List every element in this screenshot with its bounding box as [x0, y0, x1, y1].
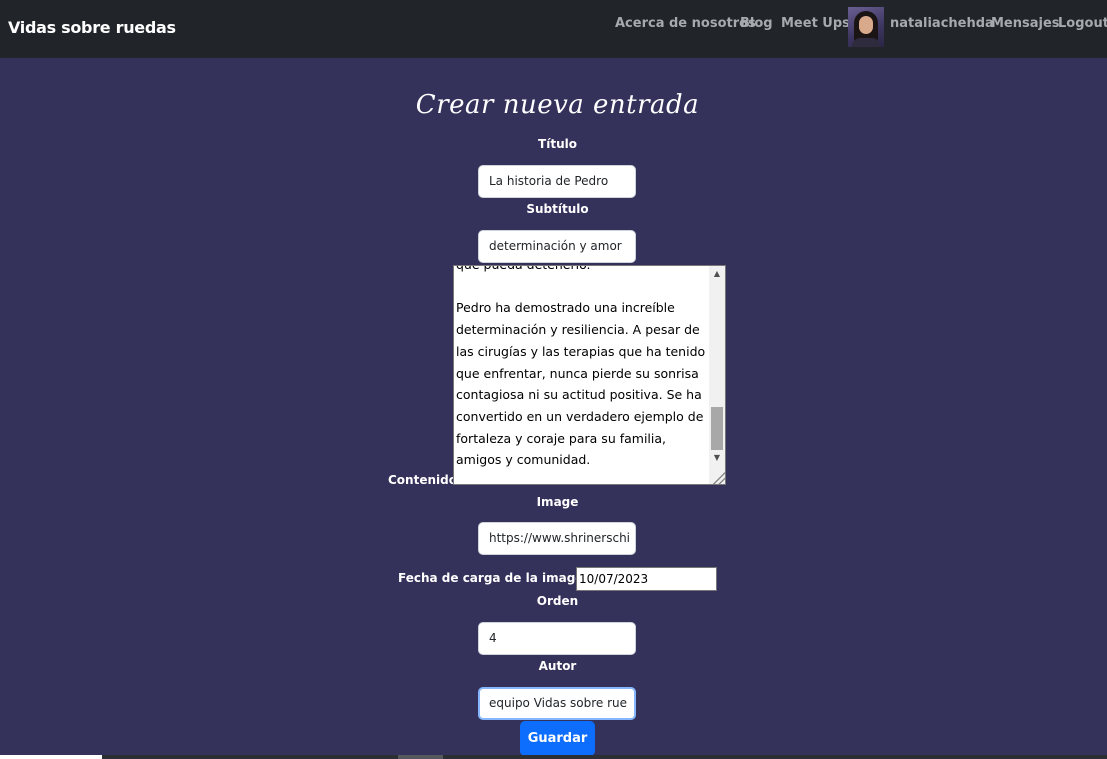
titulo-label: Título: [538, 137, 577, 151]
contenido-label: Contenido: [388, 473, 457, 487]
scroll-thumb[interactable]: [711, 407, 723, 450]
page-horizontal-scrollbar[interactable]: [0, 755, 1107, 759]
titulo-input[interactable]: La historia de Pedro: [478, 165, 636, 198]
user-avatar[interactable]: [848, 7, 884, 47]
page-title: Crear nueva entrada: [415, 90, 700, 120]
subtitulo-label: Subtítulo: [526, 202, 589, 216]
brand-link[interactable]: Vidas sobre ruedas: [8, 18, 176, 37]
arrow-up-icon[interactable]: ▲: [709, 266, 725, 282]
contenido-textarea[interactable]: que pueda detenerlo. Pedro ha demostrado…: [453, 265, 726, 485]
contenido-text[interactable]: que pueda detenerlo. Pedro ha demostrado…: [456, 266, 708, 471]
nav-about-link[interactable]: Acerca de nosotros: [615, 16, 756, 31]
fecha-label: Fecha de carga de la imagen: [398, 571, 592, 585]
orden-label: Orden: [536, 594, 579, 608]
autor-input[interactable]: equipo Vidas sobre rue: [478, 687, 636, 720]
nav-username-link[interactable]: nataliachehda: [890, 16, 994, 31]
save-button[interactable]: Guardar: [520, 721, 595, 756]
nav-blog-link[interactable]: Blog: [740, 16, 773, 31]
scrollbar-thumb[interactable]: [0, 755, 102, 759]
nav-logout-link[interactable]: Logout: [1058, 16, 1107, 31]
fecha-input[interactable]: 10/07/2023: [576, 567, 717, 591]
nav-meetups-link[interactable]: Meet Ups!: [781, 16, 856, 31]
orden-input[interactable]: 4: [478, 622, 636, 655]
nav-messages-link[interactable]: Mensajes: [991, 16, 1060, 31]
image-input[interactable]: https://www.shrinerschi: [478, 522, 636, 555]
subtitulo-input[interactable]: determinación y amor: [478, 230, 636, 263]
image-label: Image: [536, 495, 579, 509]
autor-label: Autor: [538, 659, 577, 673]
resize-grip-icon[interactable]: [713, 472, 725, 484]
arrow-down-icon[interactable]: ▼: [709, 450, 725, 466]
scrollbar-segment: [398, 755, 443, 759]
textarea-scrollbar[interactable]: ▲ ▼: [709, 266, 725, 484]
navbar: Vidas sobre ruedas Acerca de nosotros Bl…: [0, 0, 1107, 58]
